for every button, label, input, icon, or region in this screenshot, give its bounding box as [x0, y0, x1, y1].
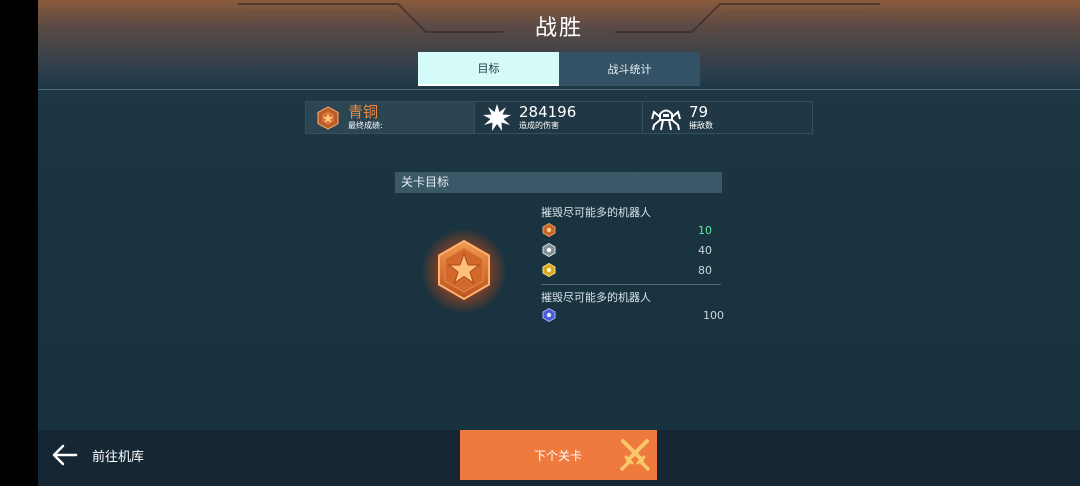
objective-title: 摧毁尽可能多的机器人 — [541, 291, 651, 304]
game-screen: 战胜 目标 战斗统计 青铜 最终成绩: 284196 造成的伤害 79 摧敌数 … — [38, 0, 1080, 486]
kills-label: 摧敌数 — [689, 121, 713, 130]
gold-rank-icon — [542, 263, 556, 277]
objective-tier-row: 100 — [541, 305, 724, 325]
damage-label: 造成的伤害 — [519, 121, 559, 130]
stats-bar: 青铜 最终成绩: 284196 造成的伤害 79 摧敌数 — [305, 101, 813, 134]
next-level-button[interactable]: 下个关卡 — [460, 430, 657, 480]
header-divider — [38, 89, 1080, 90]
explosion-icon — [483, 103, 511, 131]
objective-value: 40 — [698, 243, 712, 257]
tab-bar: 目标 战斗统计 — [418, 52, 700, 86]
bronze-medal-icon — [421, 228, 507, 314]
final-rank-stat: 青铜 最终成绩: — [306, 102, 474, 133]
objective-value: 100 — [703, 308, 724, 322]
tab-battle-stats[interactable]: 战斗统计 — [559, 52, 700, 86]
kills-value: 79 — [689, 103, 709, 121]
objective-title: 摧毁尽可能多的机器人 — [541, 206, 651, 219]
objective-value: 10 — [698, 223, 712, 237]
rank-name: 青铜 — [348, 103, 379, 121]
next-level-label: 下个关卡 — [534, 449, 583, 463]
silver-rank-icon — [542, 243, 556, 257]
crossed-swords-icon — [620, 439, 650, 471]
page-title: 战胜 — [534, 16, 583, 41]
objective-tier-row: 10 — [541, 220, 724, 240]
arrow-left-icon — [52, 444, 78, 466]
objective-divider — [541, 284, 721, 285]
kills-stat: 79 摧敌数 — [642, 102, 812, 133]
objectives-list: 摧毁尽可能多的机器人 10 40 80 摧毁尽可能多的机器人 100 — [541, 204, 724, 325]
platinum-rank-icon — [542, 308, 556, 322]
tab-objectives[interactable]: 目标 — [418, 52, 559, 86]
objective-tier-row: 80 — [541, 260, 724, 280]
bronze-rank-icon — [317, 105, 339, 130]
rank-label: 最终成绩: — [348, 121, 383, 130]
back-to-hangar-label: 前往机库 — [92, 449, 145, 465]
robot-kill-icon — [651, 109, 681, 130]
damage-stat: 284196 造成的伤害 — [474, 102, 642, 133]
objective-value: 80 — [698, 263, 712, 277]
objective-tier-row: 40 — [541, 240, 724, 260]
bronze-rank-icon — [542, 223, 556, 237]
objectives-header: 关卡目标 — [395, 172, 722, 193]
damage-value: 284196 — [519, 103, 577, 121]
back-to-hangar-button[interactable]: 前往机库 — [52, 441, 144, 469]
